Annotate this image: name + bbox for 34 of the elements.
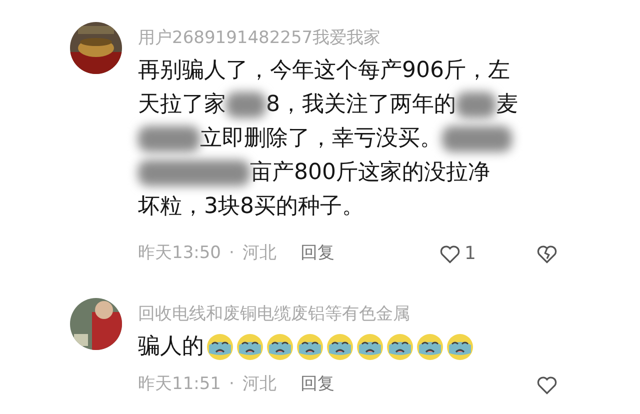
comment-location: 河北 [242, 242, 276, 265]
crying-face-icon [356, 333, 384, 361]
blur-patch [138, 126, 200, 152]
comment-time: 昨天13:50 [138, 242, 221, 265]
comment-location: 河北 [242, 373, 276, 396]
crying-face-icon [446, 333, 474, 361]
reply-link[interactable]: 回复 [300, 372, 334, 398]
blur-patch [456, 92, 496, 118]
crying-face-icon [326, 333, 354, 361]
comment-text: 麦 [496, 91, 518, 119]
comment-text: 立即删除了，幸亏没买。 [200, 125, 442, 153]
username[interactable]: 用户2689191482257我爱我家 [138, 26, 558, 50]
comment-text: 亩产800斤这家的没拉净 [250, 159, 490, 187]
crying-face-icon [206, 333, 234, 361]
comment-text: 天拉了家 [138, 91, 226, 119]
reply-link[interactable]: 回复 [300, 240, 334, 266]
blur-patch [442, 126, 512, 152]
comment-text: 8，我关注了两年的 [266, 91, 456, 119]
dot-separator: · [229, 373, 234, 396]
crying-face-icon [386, 333, 414, 361]
dislike-button[interactable] [536, 242, 558, 264]
comment-time: 昨天11:51 [138, 373, 221, 396]
like-button[interactable] [536, 374, 558, 396]
like-button[interactable]: 1 [438, 240, 476, 267]
comment-text: 再别骗人了，今年这个每产906斤，左 [138, 57, 510, 85]
dot-separator: · [229, 242, 234, 265]
crying-face-icon [266, 333, 294, 361]
crying-face-icon [236, 333, 264, 361]
username[interactable]: 回收电线和废铜电缆废铝等有色金属 [138, 302, 558, 326]
crying-face-icon [416, 333, 444, 361]
crying-face-icon [296, 333, 324, 361]
blur-patch [226, 92, 266, 118]
comment-text: 坏粒，3块8买的种子。 [138, 193, 364, 221]
comment-text: 骗人的 [138, 333, 204, 361]
